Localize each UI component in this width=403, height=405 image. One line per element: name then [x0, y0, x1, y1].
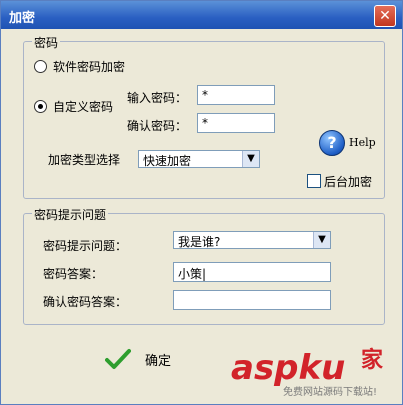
confirm-password-label: 确认密码：: [127, 119, 188, 133]
encryption-type-value: 快速加密: [143, 154, 192, 168]
chevron-down-icon[interactable]: ▼: [242, 151, 259, 167]
background-encrypt-label: 后台加密: [324, 175, 373, 189]
ok-button[interactable]: 确定: [145, 350, 171, 369]
window-title: 加密: [9, 11, 36, 26]
close-button[interactable]: ✕: [374, 5, 396, 27]
password-group-title: 密码: [32, 34, 61, 51]
watermark-logo-text: aspku: [231, 348, 345, 388]
software-password-label: 软件密码加密: [53, 60, 126, 74]
help-label[interactable]: Help: [349, 136, 376, 149]
enter-password-input[interactable]: *: [197, 85, 275, 105]
enter-password-label: 输入密码：: [127, 91, 188, 105]
hint-question-value: 我是谁?: [178, 235, 221, 249]
ok-check-icon[interactable]: [105, 348, 131, 370]
hint-question-label: 密码提示问题：: [43, 239, 128, 253]
chevron-down-icon[interactable]: ▼: [313, 232, 330, 248]
answer-label: 密码答案：: [43, 267, 104, 281]
encrypt-dialog: 加密 ✕ 密码 软件密码加密 自定义密码 输入密码： * 确认密码： * 加密类…: [0, 0, 403, 405]
background-encrypt-checkbox[interactable]: [307, 174, 321, 188]
title-bar: 加密 ✕: [1, 1, 402, 29]
custom-password-label: 自定义密码: [53, 100, 114, 114]
help-icon[interactable]: ?: [319, 130, 345, 156]
software-password-radio[interactable]: [34, 60, 47, 73]
confirm-password-input[interactable]: *: [197, 113, 275, 133]
watermark-subtext: 免费网站源码下载站!: [283, 385, 377, 398]
custom-password-radio[interactable]: [34, 100, 47, 113]
watermark-suffix: 家: [361, 347, 384, 373]
encryption-type-select[interactable]: 快速加密 ▼: [138, 150, 260, 168]
answer-input[interactable]: 小策|: [173, 262, 331, 282]
confirm-answer-input[interactable]: [173, 290, 331, 310]
aspku-watermark: aspku 家 免费网站源码下载站!: [231, 347, 384, 398]
encryption-type-label: 加密类型选择: [48, 153, 121, 167]
hint-question-select[interactable]: 我是谁? ▼: [173, 231, 331, 249]
hint-group-title: 密码提示问题: [32, 206, 109, 223]
confirm-answer-label: 确认密码答案：: [43, 295, 128, 309]
